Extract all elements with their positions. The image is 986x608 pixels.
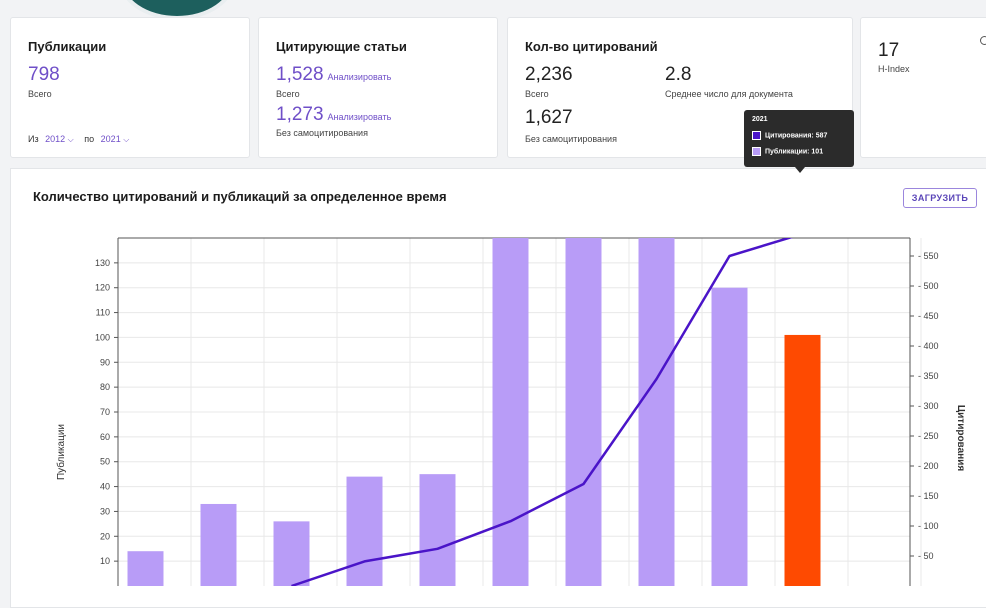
left-tick-label: 110	[96, 308, 110, 318]
left-tick-label: 10	[100, 556, 110, 566]
right-tick-label: - 400	[918, 341, 939, 351]
publication-bar	[200, 503, 237, 586]
publication-bar	[638, 238, 675, 586]
tooltip-arrow	[795, 167, 805, 173]
tooltip-citations: Цитирования: 587	[752, 131, 827, 140]
tooltip-year: 2021	[752, 116, 768, 123]
left-axis-title: Публикации	[55, 424, 67, 480]
left-tick-label: 20	[100, 531, 110, 541]
left-tick-label: 100	[95, 332, 110, 342]
right-tick-label: - 150	[918, 491, 939, 501]
right-tick-label: - 450	[918, 311, 939, 321]
tooltip-publications: Публикации: 101	[752, 147, 823, 156]
right-tick-label: - 500	[918, 281, 939, 291]
right-tick-label: - 250	[918, 431, 939, 441]
left-tick-label: 90	[100, 357, 110, 367]
chart-tooltip: 2021 Цитирования: 587 Публикации: 101	[744, 110, 854, 173]
left-tick-label: 70	[100, 407, 110, 417]
left-tick-label: 50	[100, 457, 110, 467]
publication-bar	[127, 551, 164, 586]
publication-bar	[565, 238, 602, 586]
publication-bar	[784, 334, 821, 586]
left-tick-label: 80	[100, 382, 110, 392]
right-tick-label: - 550	[918, 251, 939, 261]
publication-bar	[273, 521, 310, 586]
right-tick-label: - 200	[918, 461, 939, 471]
publication-bar	[346, 476, 383, 586]
right-axis-title: Цитирования	[955, 405, 966, 471]
publication-bar	[419, 474, 456, 586]
publication-bar	[711, 287, 748, 586]
left-tick-label: 130	[95, 258, 110, 268]
left-tick-label: 30	[100, 506, 110, 516]
right-tick-label: - 300	[918, 401, 939, 411]
right-tick-label: - 100	[918, 521, 939, 531]
citations-swatch	[752, 131, 761, 140]
right-tick-label: - 350	[918, 371, 939, 381]
citations-publications-chart: 10 20 30 40 50 60 70 80 90 100 110 120 130 - 50 - 100 -…	[55, 237, 966, 586]
right-tick-label: - 50	[918, 551, 934, 561]
left-tick-label: 120	[95, 283, 110, 293]
publication-bar	[492, 238, 529, 586]
publications-swatch	[752, 147, 761, 156]
left-tick-label: 40	[100, 482, 110, 492]
left-tick-label: 60	[100, 432, 110, 442]
